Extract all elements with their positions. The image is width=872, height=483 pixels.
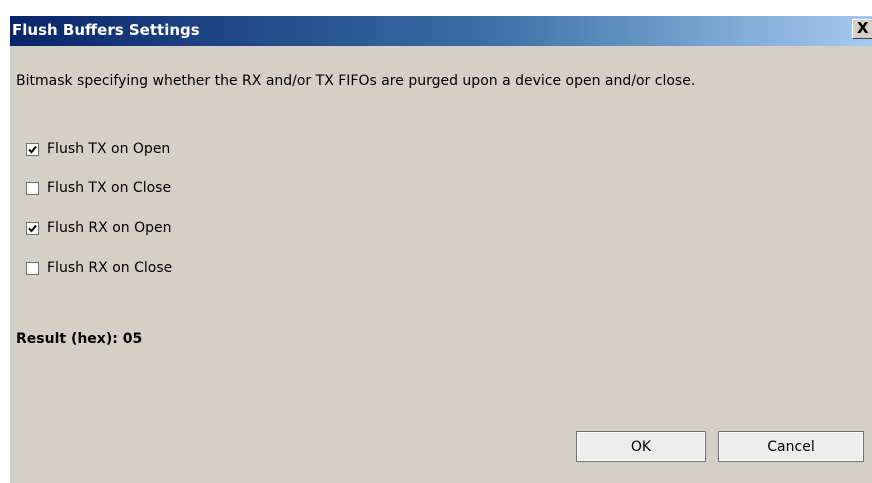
close-button[interactable]: X	[852, 19, 872, 39]
checkbox-label: Flush TX on Open	[47, 141, 171, 157]
checkbox-label: Flush RX on Close	[47, 260, 173, 276]
cancel-button[interactable]: Cancel	[718, 431, 864, 462]
checkbox-box[interactable]	[26, 221, 39, 235]
checkbox-label: Flush TX on Close	[47, 180, 172, 196]
checkbox-flush-rx-open[interactable]: Flush RX on Open	[26, 218, 171, 238]
checkbox-flush-rx-close[interactable]: Flush RX on Close	[26, 258, 172, 278]
checkbox-box[interactable]	[26, 181, 39, 195]
checkmark-icon	[28, 145, 37, 153]
close-icon: X	[857, 19, 869, 37]
flush-buffers-dialog: Flush Buffers Settings X Bitmask specify…	[10, 16, 872, 483]
result-hex-label: Result (hex): 05	[16, 331, 143, 347]
checkbox-flush-tx-close[interactable]: Flush TX on Close	[26, 178, 171, 198]
description-text: Bitmask specifying whether the RX and/or…	[16, 73, 696, 89]
window-title: Flush Buffers Settings	[12, 21, 200, 39]
title-bar[interactable]: Flush Buffers Settings X	[10, 16, 872, 46]
checkbox-box[interactable]	[26, 142, 39, 156]
checkbox-label: Flush RX on Open	[47, 220, 172, 236]
checkbox-flush-tx-open[interactable]: Flush TX on Open	[26, 139, 170, 159]
ok-button[interactable]: OK	[576, 431, 706, 462]
checkmark-icon	[28, 224, 37, 232]
checkbox-box[interactable]	[26, 261, 39, 275]
